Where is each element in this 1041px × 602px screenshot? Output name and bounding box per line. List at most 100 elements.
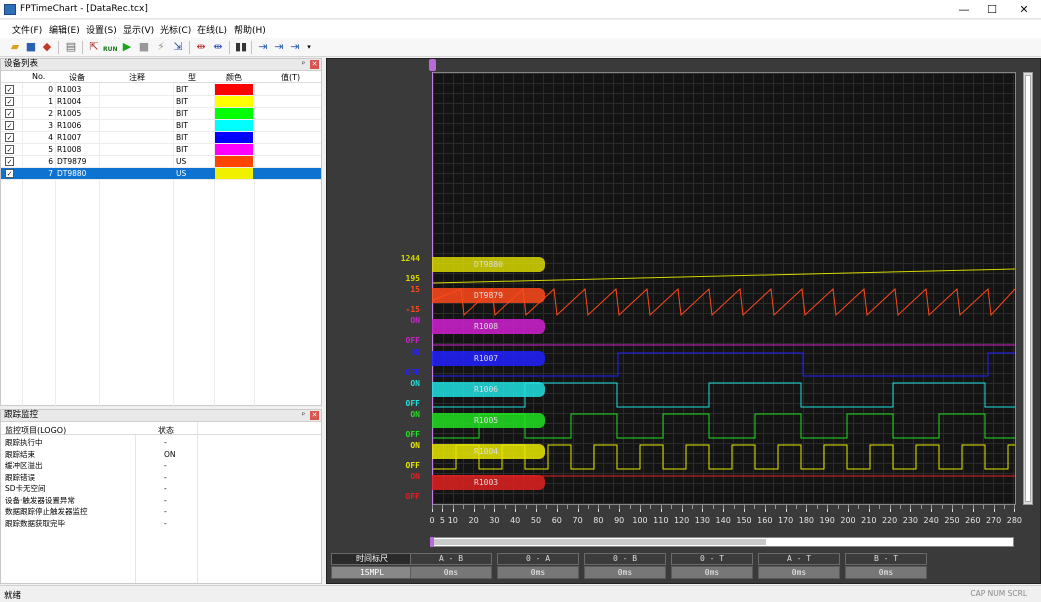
minor-tick xyxy=(452,505,454,509)
signal-low-label: OFF xyxy=(405,399,420,408)
minor-tick xyxy=(868,505,870,509)
minor-tick xyxy=(442,505,444,509)
measurement-box[interactable]: 0 - A 0ms xyxy=(497,553,579,579)
signal-high-label: 15 xyxy=(410,285,420,294)
measurement-value: 0ms xyxy=(584,566,666,579)
minor-tick xyxy=(484,505,485,509)
minor-tick xyxy=(567,505,569,509)
minor-tick xyxy=(588,505,589,509)
minor-tick xyxy=(920,505,922,509)
measurement-value: 0ms xyxy=(671,566,753,579)
signal-label[interactable]: R1003 xyxy=(432,475,545,490)
signal-label[interactable]: DT9879 xyxy=(432,288,545,303)
minor-tick xyxy=(494,505,496,509)
minor-tick xyxy=(525,505,527,509)
time-scale-value: 1SMPL xyxy=(331,566,413,579)
signal-low-label: OFF xyxy=(405,461,420,470)
minor-tick xyxy=(1014,505,1016,509)
signal-low-label: -15 xyxy=(405,305,420,314)
minor-tick xyxy=(796,505,797,509)
time-tick-label: 120 xyxy=(673,516,690,525)
minor-tick xyxy=(972,505,974,509)
cursor-handle[interactable] xyxy=(429,59,436,71)
minor-tick xyxy=(733,505,735,509)
chart-vscrollbar[interactable] xyxy=(1023,72,1033,505)
measurement-label: 0 - B xyxy=(584,553,666,565)
signal-high-label: ON xyxy=(410,472,420,481)
time-tick-label: 80 xyxy=(593,516,604,525)
signal-high-label: ON xyxy=(410,316,420,325)
time-tick-label: 180 xyxy=(798,516,815,525)
measurement-box[interactable]: A - T 0ms xyxy=(758,553,840,579)
signal-label[interactable]: R1006 xyxy=(432,382,545,397)
scroll-start-marker[interactable] xyxy=(430,537,434,547)
time-tick-label: 220 xyxy=(881,516,898,525)
minor-tick xyxy=(536,505,537,509)
minor-tick xyxy=(816,505,818,509)
signal-label[interactable]: R1007 xyxy=(432,351,545,366)
signal-label[interactable]: R1008 xyxy=(432,319,545,334)
time-tick-label: 240 xyxy=(923,516,939,525)
signal-high-label: ON xyxy=(410,379,420,388)
signal-label[interactable]: DT9880 xyxy=(432,257,545,272)
time-tick-label: 90 xyxy=(614,516,625,525)
status-indicators: CAP NUM SCRL xyxy=(970,589,1027,598)
measurement-label: 0 - A xyxy=(497,553,579,565)
status-text: 就绪 xyxy=(4,591,22,601)
minor-tick xyxy=(889,505,891,509)
vscroll-thumb[interactable] xyxy=(1025,75,1031,502)
minor-tick xyxy=(692,505,693,509)
minor-tick xyxy=(785,505,787,509)
time-tick-label: 250 xyxy=(944,516,960,525)
signal-label[interactable]: R1005 xyxy=(432,413,545,428)
time-scale-box[interactable]: 时间标尺 1SMPL xyxy=(331,553,413,579)
measurement-box[interactable]: B - T 0ms xyxy=(845,553,927,579)
measurement-box[interactable]: A - B 0ms xyxy=(410,553,492,579)
signal-high-label: ON xyxy=(410,441,420,450)
signal-high-label: 1244 xyxy=(400,254,420,263)
time-tick-label: 100 xyxy=(632,516,648,525)
signal-label[interactable]: R1004 xyxy=(432,444,545,459)
signal-high-label: ON xyxy=(410,348,420,357)
minor-tick xyxy=(900,505,901,509)
minor-tick xyxy=(598,505,600,509)
minor-tick xyxy=(546,505,548,509)
measurement-value: 0ms xyxy=(758,566,840,579)
minor-tick xyxy=(515,505,517,509)
minor-tick xyxy=(504,505,506,509)
measurement-value: 0ms xyxy=(410,566,492,579)
minor-tick xyxy=(827,505,829,509)
minor-tick xyxy=(671,505,673,509)
minor-tick xyxy=(556,505,558,509)
minor-tick xyxy=(640,505,641,509)
time-tick-label: 270 xyxy=(985,516,1002,525)
minor-tick xyxy=(712,505,714,509)
signal-low-label: 195 xyxy=(405,274,420,283)
minor-tick xyxy=(629,505,631,509)
minor-tick xyxy=(962,505,964,509)
time-scrollbar[interactable] xyxy=(430,537,1014,547)
time-tick-label: 160 xyxy=(757,516,773,525)
measurement-value: 0ms xyxy=(497,566,579,579)
minor-tick xyxy=(764,505,766,509)
time-tick-label: 5 xyxy=(439,516,445,525)
minor-tick xyxy=(432,505,433,509)
time-scroll-thumb[interactable] xyxy=(434,539,766,545)
minor-tick xyxy=(608,505,610,509)
measurement-box[interactable]: 0 - T 0ms xyxy=(671,553,753,579)
minor-tick xyxy=(983,505,985,509)
time-tick-label: 110 xyxy=(653,516,669,525)
measurement-value: 0ms xyxy=(845,566,927,579)
time-tick-label: 20 xyxy=(468,516,479,525)
time-tick-label: 280 xyxy=(1006,516,1023,525)
time-tick-label: 130 xyxy=(694,516,711,525)
minor-tick xyxy=(754,505,756,509)
minor-tick xyxy=(806,505,808,509)
time-axis: 0 5 10 20 30 40 50 60 70 80 90 100 110 120 130 140 150 16… xyxy=(429,505,1022,529)
time-tick-label: 170 xyxy=(777,516,794,525)
time-tick-label: 70 xyxy=(572,516,583,525)
measurement-box[interactable]: 0 - B 0ms xyxy=(584,553,666,579)
measurement-label: 0 - T xyxy=(671,553,753,565)
time-tick-label: 60 xyxy=(551,516,562,525)
minor-tick xyxy=(775,505,777,509)
